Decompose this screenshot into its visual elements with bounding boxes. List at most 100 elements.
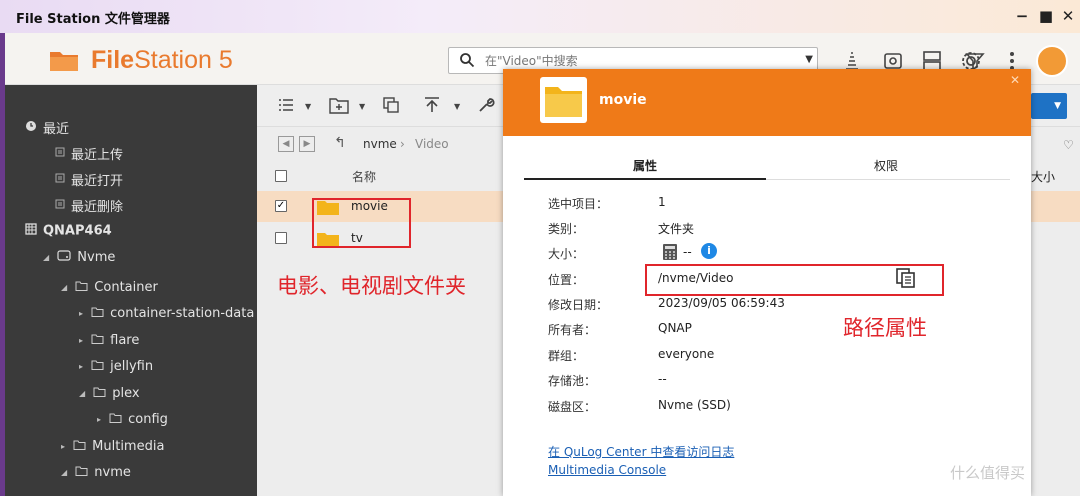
sidebar-tree-container[interactable]: ◢ Container <box>61 280 158 295</box>
tab-properties[interactable]: 属性 <box>633 157 657 174</box>
prop-label-size: 大小： <box>548 247 585 261</box>
collapse-triangle-icon[interactable]: ▸ <box>79 362 83 371</box>
sidebar-tree-nvme-folder[interactable]: ◢ nvme <box>61 465 131 480</box>
new-folder-icon[interactable] <box>329 96 351 118</box>
prop-label-storage-pool: 存储池： <box>548 374 597 388</box>
watermark: 什么值得买 <box>950 464 1026 482</box>
sidebar-section-nas[interactable]: QNAP464 <box>25 223 112 239</box>
folder-outline-icon <box>73 439 86 454</box>
breadcrumb-nvme[interactable]: nvme <box>363 137 397 151</box>
tools-wrench-icon[interactable] <box>477 96 499 118</box>
column-name-header[interactable]: 名称 <box>352 168 376 185</box>
sidebar: 最近 最近上传 最近打开 最近删除 QNAP464 ◢ Nvme ◢ Conta… <box>5 85 257 496</box>
expand-triangle-icon[interactable]: ◢ <box>61 468 67 477</box>
dialog-title: movie <box>599 92 647 108</box>
prop-value-group: everyone <box>658 347 715 361</box>
prop-label-selected: 选中项目： <box>548 197 609 211</box>
prop-label-group: 群组： <box>548 349 585 363</box>
prop-value-type: 文件夹 <box>658 222 695 236</box>
minimize-icon[interactable]: − <box>1012 6 1032 26</box>
create-button[interactable]: ▼ <box>1031 93 1067 119</box>
window-titlebar: File Station 文件管理器 − ■ ✕ <box>0 0 1080 33</box>
folder-outline-icon <box>109 412 122 427</box>
sidebar-item-recent-open[interactable]: 最近打开 <box>55 170 123 189</box>
sidebar-section-recent[interactable]: 最近 <box>25 118 69 137</box>
dialog-close-icon[interactable]: ✕ <box>1010 73 1020 87</box>
annotation-box-folders <box>312 198 411 248</box>
prop-label-type: 类别： <box>548 222 585 236</box>
breadcrumb-video[interactable]: Video <box>415 137 449 151</box>
multimedia-console-link[interactable]: Multimedia Console <box>548 463 666 477</box>
annotation-path: 路径属性 <box>843 316 927 340</box>
info-icon[interactable]: i <box>701 243 717 259</box>
folder-outline-icon <box>75 465 88 480</box>
prop-value-selected: 1 <box>658 195 666 209</box>
nas-device-icon <box>25 223 37 239</box>
search-input[interactable] <box>485 51 805 71</box>
new-dropdown-icon[interactable]: ▼ <box>359 102 365 111</box>
search-options-dropdown-icon[interactable]: ▼ <box>805 54 813 65</box>
sidebar-tree-jellyfin[interactable]: ▸ jellyfin <box>79 359 153 374</box>
sidebar-tree-container-station-data[interactable]: ▸ container-station-data <box>79 306 254 321</box>
qulog-link[interactable]: 在 QuLog Center 中查看访问日志 <box>548 443 734 460</box>
collapse-triangle-icon[interactable]: ▸ <box>79 309 83 318</box>
close-icon[interactable]: ✕ <box>1058 6 1078 26</box>
prop-label-location: 位置： <box>548 273 585 287</box>
expand-triangle-icon[interactable]: ◢ <box>43 253 49 262</box>
clock-icon <box>25 120 37 136</box>
expand-triangle-icon[interactable]: ◢ <box>79 389 85 398</box>
list-icon <box>55 146 65 161</box>
collapse-triangle-icon[interactable]: ▸ <box>79 336 83 345</box>
dialog-folder-frame <box>540 77 587 123</box>
dialog-header: movie ✕ <box>503 69 1031 136</box>
list-icon <box>55 172 65 187</box>
tab-permissions[interactable]: 权限 <box>874 157 898 174</box>
prop-value-modified: 2023/09/05 06:59:43 <box>658 296 785 310</box>
expand-triangle-icon[interactable]: ◢ <box>61 283 67 292</box>
sidebar-tree-nvme[interactable]: ◢ Nvme <box>43 250 115 265</box>
file-checkbox-checked[interactable]: ✓ <box>275 200 287 212</box>
window-title: File Station 文件管理器 <box>16 12 170 27</box>
tab-active-underline <box>524 178 766 180</box>
folder-outline-icon <box>91 306 104 321</box>
sidebar-tree-multimedia[interactable]: ▸ Multimedia <box>61 439 164 454</box>
breadcrumb-separator-icon: › <box>400 137 405 151</box>
annotation-box-path <box>645 264 944 296</box>
upload-icon[interactable] <box>423 96 445 118</box>
folder-outline-icon <box>91 359 104 374</box>
list-icon <box>55 198 65 213</box>
folder-large-icon <box>545 87 582 117</box>
sidebar-tree-plex[interactable]: ◢ plex <box>79 386 140 401</box>
user-avatar[interactable] <box>1036 45 1068 77</box>
sidebar-item-recent-delete[interactable]: 最近删除 <box>55 196 123 215</box>
favorite-heart-icon[interactable]: ♡ <box>1063 138 1074 152</box>
prop-label-modified: 修改日期： <box>548 298 609 312</box>
sidebar-tree-flare[interactable]: ▸ flare <box>79 333 139 348</box>
prop-value-volume: Nvme (SSD) <box>658 398 731 412</box>
drive-icon <box>57 250 71 265</box>
prop-label-volume: 磁盘区： <box>548 400 597 414</box>
copy-move-icon[interactable] <box>382 96 404 118</box>
collapse-triangle-icon[interactable]: ▸ <box>61 442 65 451</box>
app-logo-text: FileStation 5 <box>91 46 233 74</box>
file-checkbox[interactable] <box>275 232 287 244</box>
select-all-checkbox[interactable] <box>275 170 287 182</box>
sidebar-item-recent-upload[interactable]: 最近上传 <box>55 144 123 163</box>
maximize-icon[interactable]: ■ <box>1036 6 1056 26</box>
search-icon <box>460 53 475 68</box>
folder-outline-icon <box>75 280 88 295</box>
parent-folder-icon[interactable]: ↰ <box>332 136 348 152</box>
prop-value-owner: QNAP <box>658 321 692 335</box>
prop-value-size: -- <box>683 245 692 259</box>
back-button[interactable]: ◀ <box>278 136 294 152</box>
prop-value-storage-pool: -- <box>658 372 667 386</box>
collapse-triangle-icon[interactable]: ▸ <box>97 415 101 424</box>
column-size-header[interactable]: 大小 <box>1031 168 1055 185</box>
calculator-icon[interactable] <box>662 243 678 261</box>
forward-button[interactable]: ▶ <box>299 136 315 152</box>
sidebar-tree-config[interactable]: ▸ config <box>97 412 168 427</box>
list-view-icon[interactable] <box>277 96 299 118</box>
upload-dropdown-icon[interactable]: ▼ <box>454 102 460 111</box>
view-dropdown-icon[interactable]: ▼ <box>305 102 311 111</box>
filestation-logo-icon <box>50 52 78 71</box>
